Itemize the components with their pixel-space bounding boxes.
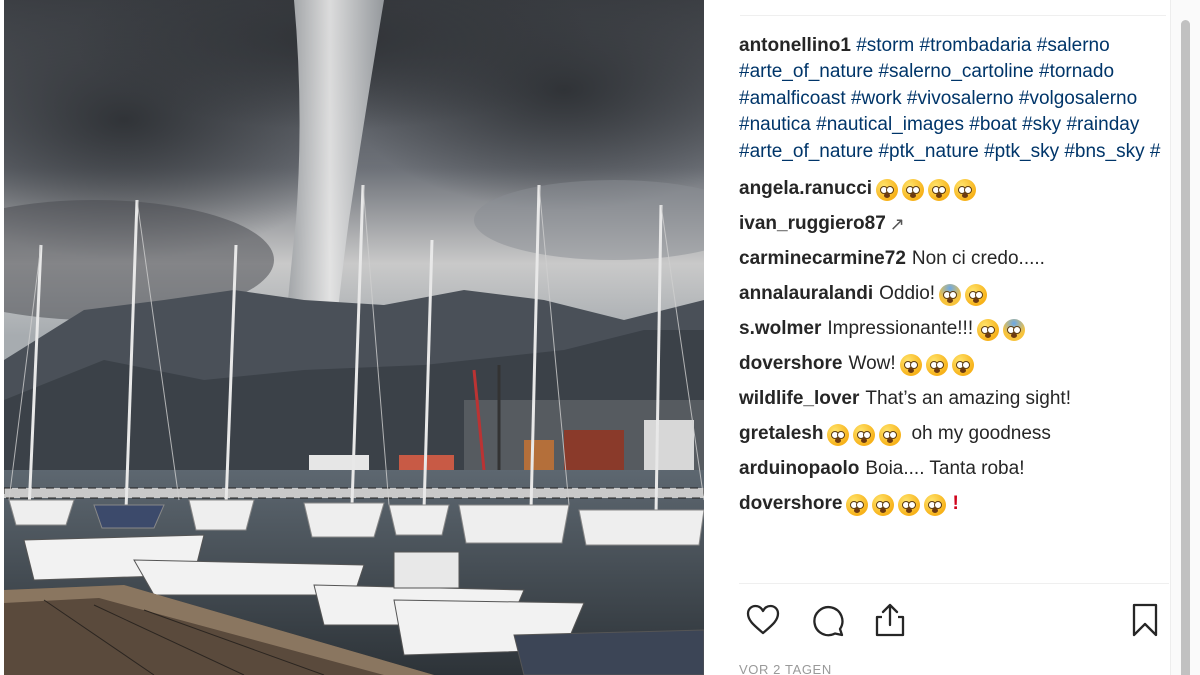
post-caption: antonellino1 #storm #trombadaria #salern…: [739, 33, 1169, 165]
comment-row: ivan_ruggiero87 ↗: [739, 207, 1169, 242]
comment-row: wildlife_lover That’s an amazing sight!: [739, 382, 1169, 417]
emoji-icon: [898, 493, 921, 516]
comment-username[interactable]: annalauralandi: [739, 281, 873, 307]
hashtag-link[interactable]: #salerno: [1037, 35, 1110, 56]
hashtag-link[interactable]: #bns_sky: [1064, 141, 1144, 162]
hashtag-link[interactable]: #trombadaria: [920, 35, 1032, 56]
action-bar: [739, 598, 1169, 642]
like-button[interactable]: [743, 598, 783, 642]
emoji-icon: [902, 178, 925, 201]
emoji-icon: [876, 178, 899, 201]
hashtag-link[interactable]: #work: [851, 88, 902, 109]
comment-text: That’s an amazing sight!: [865, 388, 1071, 410]
emoji-icon: [954, 178, 977, 201]
hashtag-link[interactable]: #arte_of_nature: [739, 141, 873, 162]
telescope-icon: ↗: [889, 214, 905, 235]
post-details-panel: antonellino1 #storm #trombadaria #salern…: [706, 0, 1200, 675]
comment-icon: [813, 606, 844, 637]
share-icon: [875, 603, 905, 637]
header-divider: [740, 15, 1166, 16]
emoji-icon: [925, 353, 948, 376]
emoji-icon: [846, 493, 869, 516]
hashtag-link[interactable]: #volgosalerno: [1019, 88, 1137, 109]
emoji-icon: [899, 353, 922, 376]
emoji-icon: [977, 318, 1000, 341]
hashtag-link[interactable]: #rainday: [1066, 114, 1139, 135]
comment-username[interactable]: s.wolmer: [739, 316, 821, 342]
hashtag-link[interactable]: #ptk_nature: [878, 141, 978, 162]
hashtag-link[interactable]: #nautica: [739, 114, 811, 135]
comments-list[interactable]: antonellino1 #storm #trombadaria #salern…: [739, 33, 1169, 583]
actions-divider: [739, 583, 1169, 584]
emoji-icon: [879, 423, 902, 446]
emoji-icon: [872, 493, 895, 516]
comment-text: Impressionante!!!: [827, 318, 974, 340]
comment-text: Boia.... Tanta roba!: [865, 458, 1025, 480]
waterspout-image: [4, 0, 704, 675]
emoji-icon: [951, 353, 974, 376]
comment-text: Non ci credo.....: [911, 248, 1045, 270]
caption-username[interactable]: antonellino1: [739, 35, 851, 56]
comment-row: gretalesh oh my goodness: [739, 417, 1169, 452]
emoji-icon: [924, 493, 947, 516]
comment-row: angela.ranucci: [739, 172, 1169, 207]
hashtag-link[interactable]: #nautical_images: [816, 114, 964, 135]
comment-row: s.wolmer Impressionante!!!: [739, 312, 1169, 347]
hashtag-link[interactable]: #amalficoast: [739, 88, 846, 109]
hashtag-link[interactable]: #arte_of_nature: [739, 61, 873, 82]
hashtag-link[interactable]: #: [1150, 141, 1161, 162]
hashtag-link[interactable]: #ptk_sky: [984, 141, 1059, 162]
scrollbar[interactable]: [1170, 0, 1200, 675]
hashtag-link[interactable]: #boat: [969, 114, 1017, 135]
emoji-icon: [965, 283, 988, 306]
comment-row: annalauralandi Oddio!: [739, 277, 1169, 312]
comment-username[interactable]: dovershore: [739, 351, 842, 377]
hashtag-link[interactable]: #vivosalerno: [907, 88, 1014, 109]
comments-fade: [739, 573, 1169, 583]
heart-icon: [746, 604, 780, 635]
hashtag-link[interactable]: #storm: [856, 35, 914, 56]
comment-row: dovershore Wow!: [739, 347, 1169, 382]
comment-row: arduinopaolo Boia.... Tanta roba!: [739, 452, 1169, 487]
comment-username[interactable]: wildlife_lover: [739, 386, 859, 412]
comment-username[interactable]: dovershore: [739, 491, 842, 517]
bookmark-icon: [1132, 603, 1158, 637]
comment-row: carminecarmine72 Non ci credo.....: [739, 242, 1169, 277]
comment-username[interactable]: angela.ranucci: [739, 176, 872, 202]
exclamation-icon: !: [952, 493, 959, 515]
hashtag-link[interactable]: #sky: [1022, 114, 1061, 135]
comment-text: Oddio!: [879, 283, 936, 305]
hashtag-link[interactable]: #salerno_cartoline: [878, 61, 1033, 82]
scrollbar-thumb[interactable]: [1181, 20, 1190, 675]
comment-username[interactable]: gretalesh: [739, 421, 823, 447]
emoji-icon: [853, 423, 876, 446]
comment-username[interactable]: ivan_ruggiero87: [739, 211, 886, 237]
comment-button[interactable]: [808, 598, 848, 642]
save-button[interactable]: [1125, 598, 1165, 642]
emoji-icon: [928, 178, 951, 201]
comment-row: dovershore!: [739, 487, 1169, 522]
post-photo[interactable]: [4, 0, 704, 675]
hashtag-link[interactable]: #tornado: [1039, 61, 1114, 82]
emoji-icon: [939, 283, 962, 306]
comment-text: Wow!: [848, 353, 896, 375]
share-button[interactable]: [870, 598, 910, 642]
comment-username[interactable]: arduinopaolo: [739, 456, 859, 482]
emoji-icon: [827, 423, 850, 446]
emoji-icon: [1003, 318, 1026, 341]
comment-username[interactable]: carminecarmine72: [739, 246, 906, 272]
post-timestamp[interactable]: VOR 2 TAGEN: [739, 662, 832, 675]
comment-text: oh my goodness: [911, 423, 1051, 445]
